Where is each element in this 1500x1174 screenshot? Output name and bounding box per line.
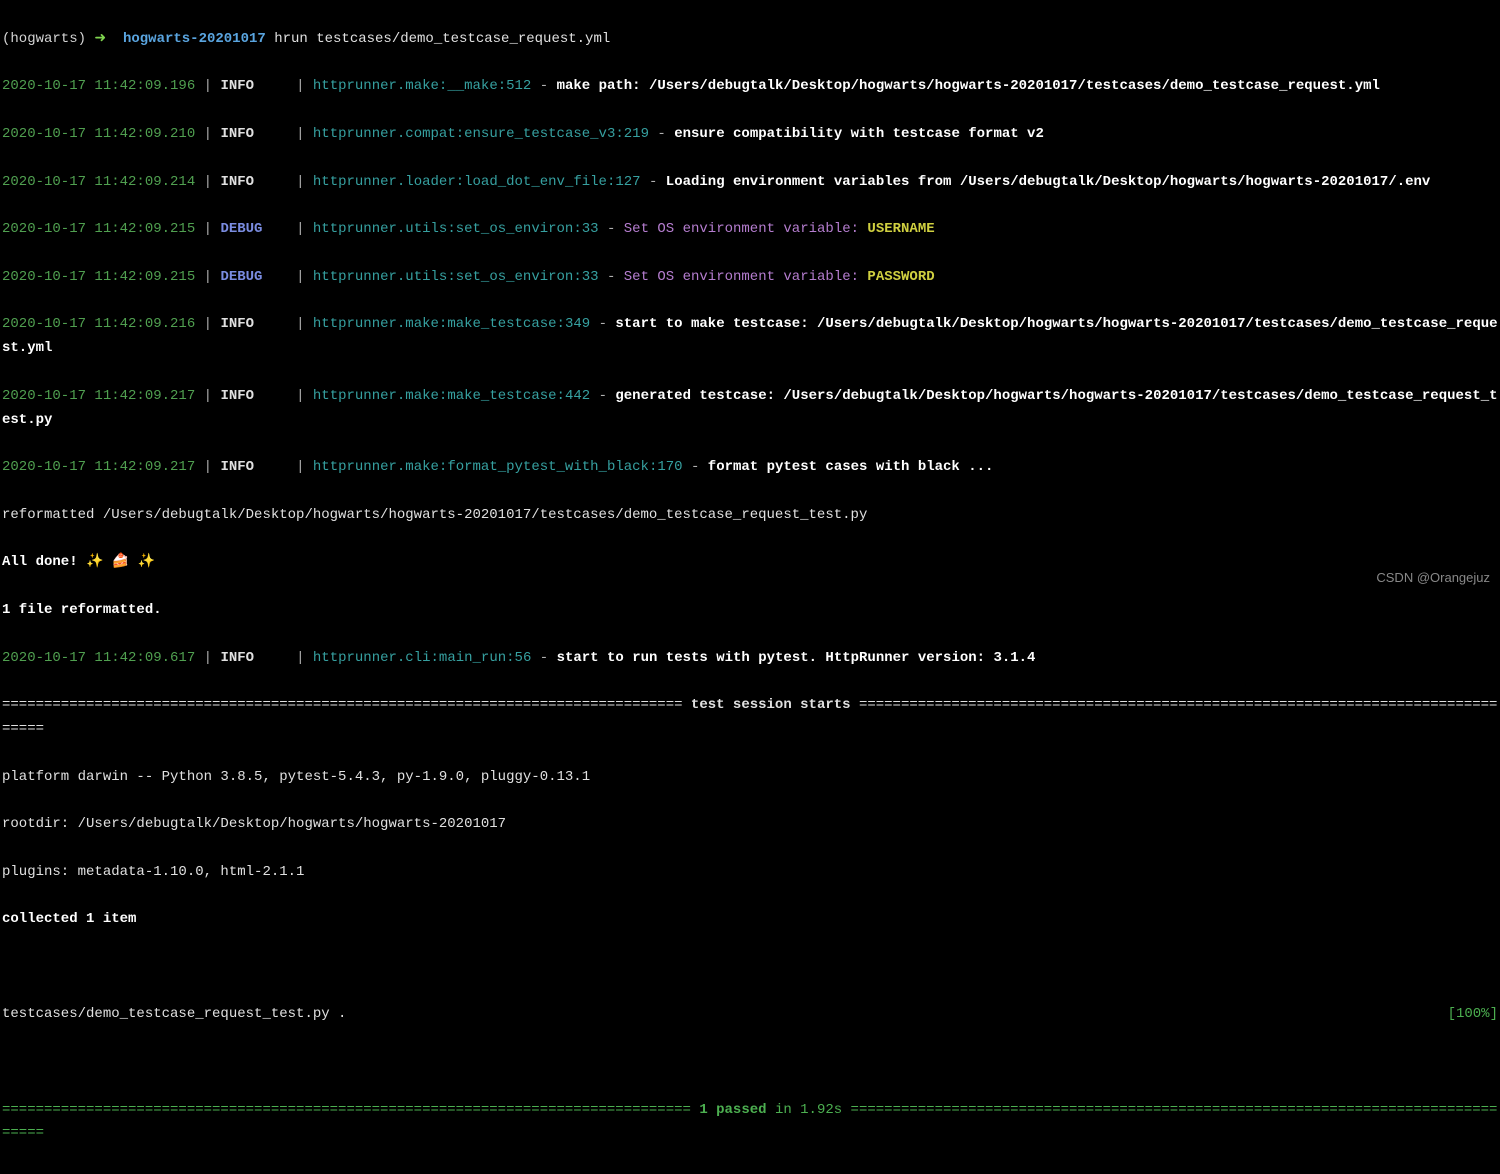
prompt-env: (hogwarts): [2, 31, 86, 47]
log-line: 2020-10-17 11:42:09.196 | INFO | httprun…: [2, 75, 1498, 99]
log-line: 2020-10-17 11:42:09.215 | DEBUG | httpru…: [2, 266, 1498, 290]
blank-line: [2, 956, 1498, 980]
log-line: 2020-10-17 11:42:09.214 | INFO | httprun…: [2, 171, 1498, 195]
passed-count: 1 passed: [691, 1102, 775, 1118]
log-line: 2020-10-17 11:42:09.217 | INFO | httprun…: [2, 456, 1498, 480]
reformatted-line: reformatted /Users/debugtalk/Desktop/hog…: [2, 504, 1498, 528]
test-result-line: testcases/demo_testcase_request_test.py …: [2, 1003, 1498, 1027]
rootdir-line: rootdir: /Users/debugtalk/Desktop/hogwar…: [2, 813, 1498, 837]
prompt-arrow: ➜: [94, 31, 106, 47]
log-line: 2020-10-17 11:42:09.216 | INFO | httprun…: [2, 313, 1498, 361]
watermark-text: CSDN @Orangejuz: [1376, 567, 1490, 589]
session-separator: ========================================…: [2, 694, 1498, 742]
prompt-dir: hogwarts-20201017: [123, 31, 266, 47]
log-line: 2020-10-17 11:42:09.217 | INFO | httprun…: [2, 385, 1498, 433]
collected-line: collected 1 item: [2, 908, 1498, 932]
percent-badge: [100%]: [1448, 1003, 1498, 1027]
platform-line: platform darwin -- Python 3.8.5, pytest-…: [2, 766, 1498, 790]
result-separator: ========================================…: [2, 1099, 1498, 1147]
log-line: 2020-10-17 11:42:09.210 | INFO | httprun…: [2, 123, 1498, 147]
log-line: 2020-10-17 11:42:09.215 | DEBUG | httpru…: [2, 218, 1498, 242]
sparkle-icon: ✨ 🍰 ✨: [86, 554, 155, 570]
prompt-line: (hogwarts) ➜ hogwarts-20201017 hrun test…: [2, 28, 1498, 52]
all-done-line: All done! ✨ 🍰 ✨: [2, 551, 1498, 575]
log-line: 2020-10-17 11:42:09.617 | INFO | httprun…: [2, 647, 1498, 671]
terminal-output[interactable]: (hogwarts) ➜ hogwarts-20201017 hrun test…: [2, 4, 1498, 1170]
file-count-line: 1 file reformatted.: [2, 599, 1498, 623]
command-text: hrun testcases/demo_testcase_request.yml: [274, 31, 610, 47]
blank-line: [2, 1051, 1498, 1075]
plugins-line: plugins: metadata-1.10.0, html-2.1.1: [2, 861, 1498, 885]
